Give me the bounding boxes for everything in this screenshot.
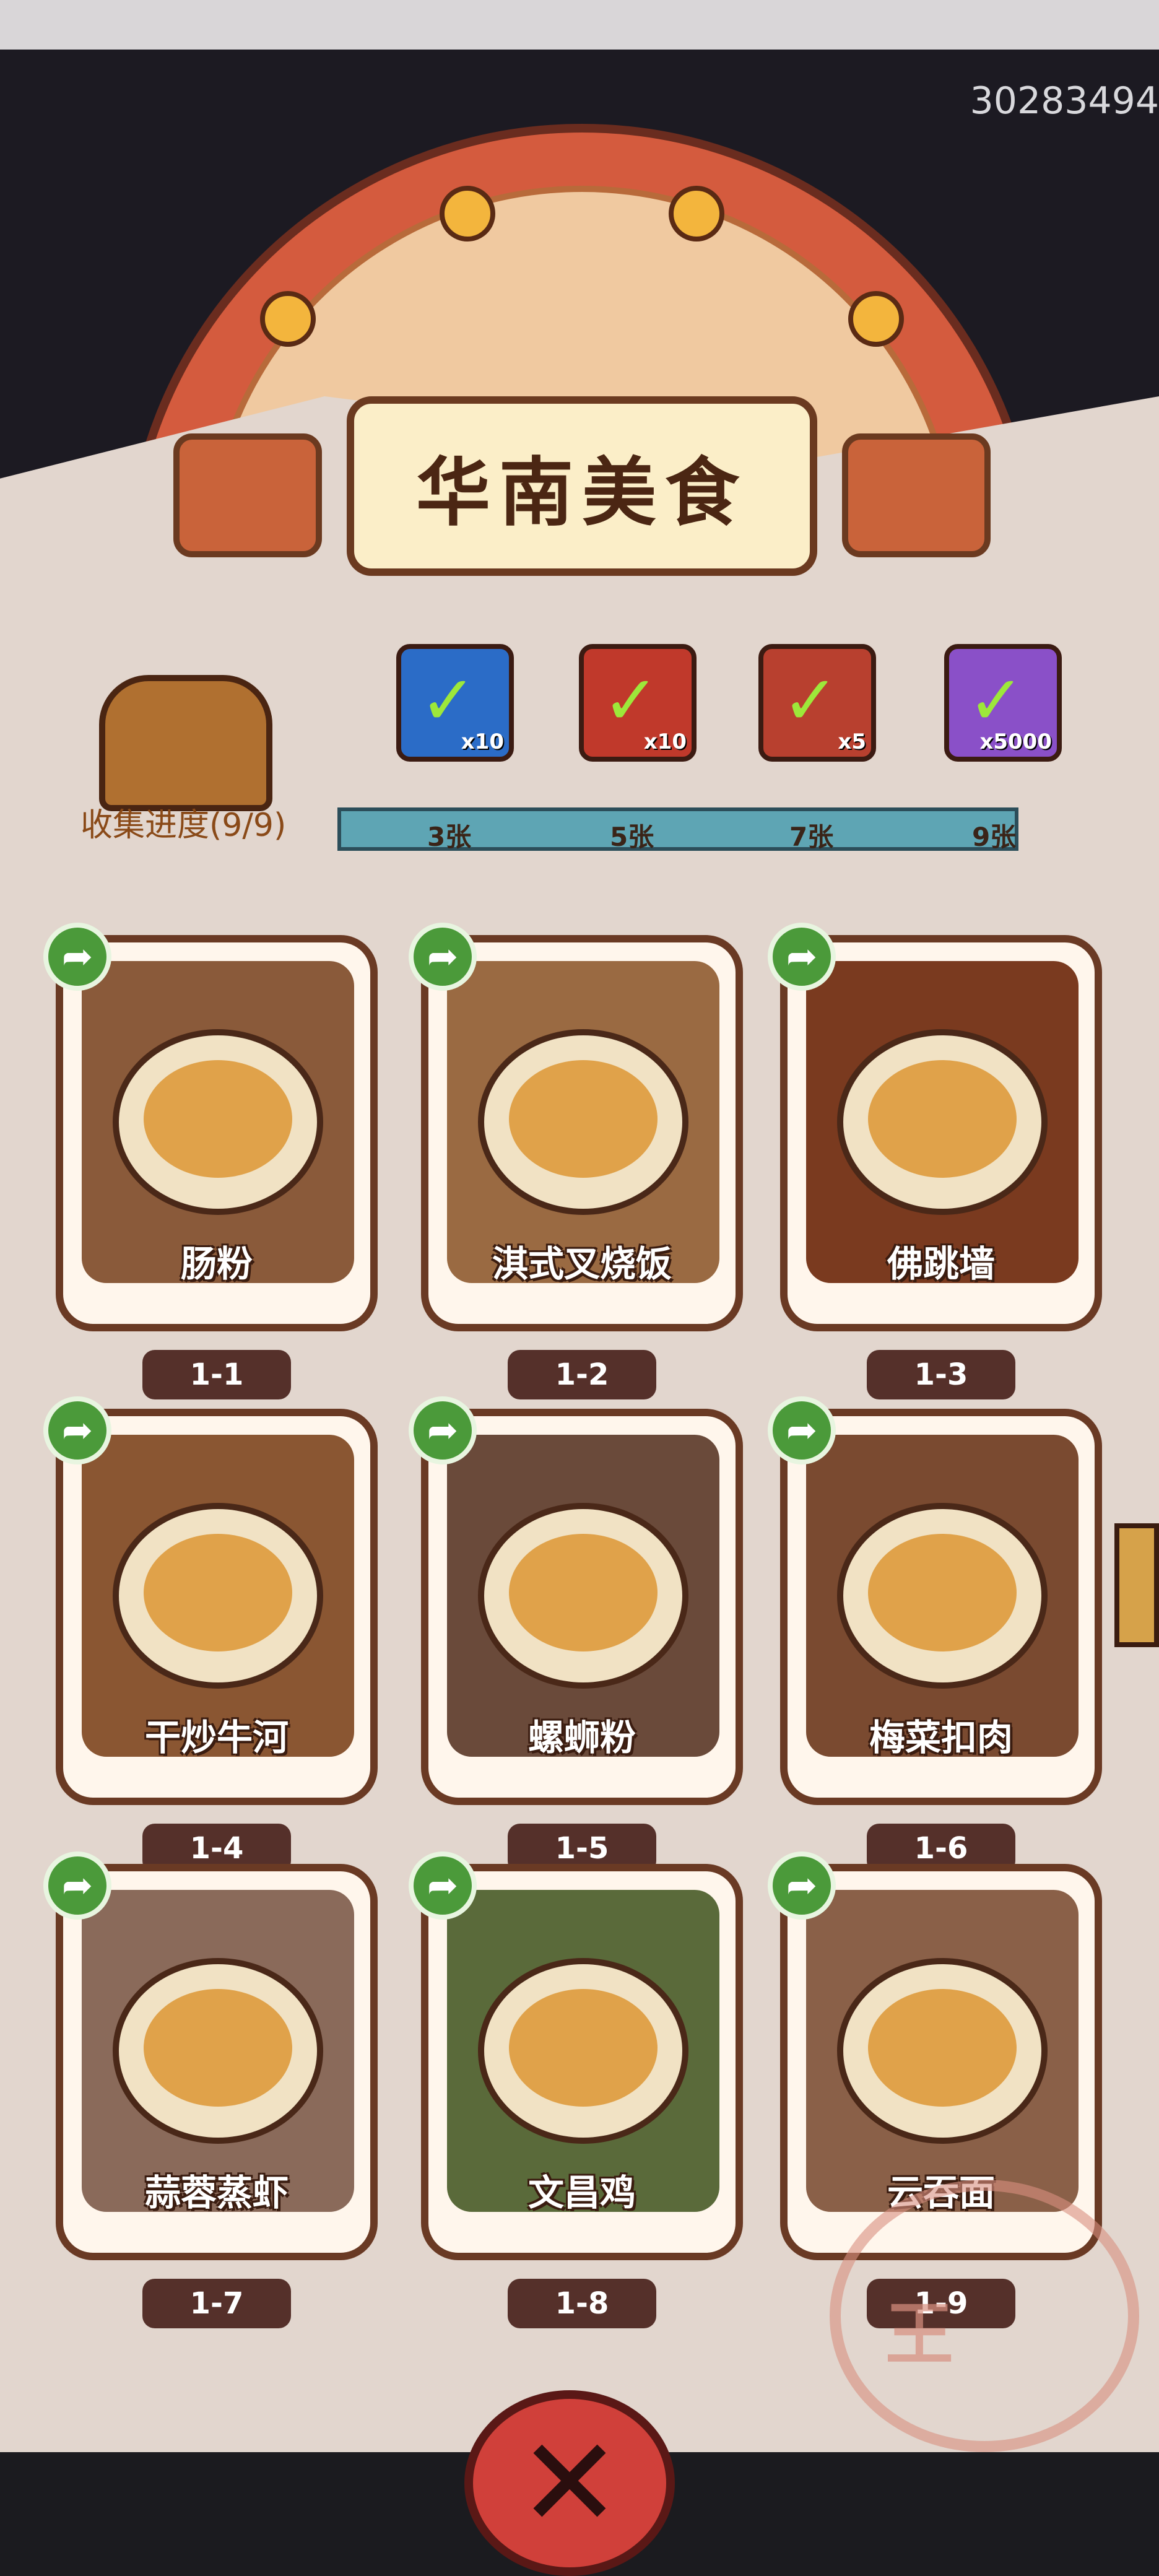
reward-scroll-icon[interactable]: ✓ x10 (579, 644, 697, 762)
progress-label: 收集进度(9/9) (80, 807, 287, 844)
knob-ornament (669, 186, 724, 242)
check-icon: ✓ (782, 661, 840, 740)
dish-card[interactable]: 干炒牛河 (56, 1409, 378, 1805)
knob-ornament (260, 291, 316, 347)
dish-code-plate: 1-3 (867, 1350, 1015, 1399)
dish-code-plate: 1-2 (508, 1350, 656, 1399)
check-icon: ✓ (968, 661, 1025, 740)
close-icon: ✕ (518, 2411, 622, 2556)
dish-card[interactable]: 文昌鸡 (421, 1864, 743, 2260)
dish-card[interactable]: 梅菜扣肉 (780, 1409, 1102, 1805)
dish-food (868, 1534, 1017, 1651)
reward-quantity: x5 (838, 729, 866, 754)
dish-card[interactable]: 佛跳墙 (780, 935, 1102, 1331)
milestone-label: 3张 (427, 822, 472, 852)
bread-icon (99, 675, 272, 811)
dish-card[interactable]: 肠粉 (56, 935, 378, 1331)
dish-food (509, 1060, 658, 1178)
dish-code-plate: 1-8 (508, 2279, 656, 2328)
reward-orb-icon[interactable]: ✓ x5 (758, 644, 876, 762)
check-icon: ✓ (420, 661, 477, 740)
dish-name: 螺蛳粉 (527, 1717, 636, 1759)
reward-quantity: x10 (461, 729, 504, 754)
id-label: 30283494 (970, 79, 1159, 123)
page-title: 华南美食 (416, 450, 748, 536)
share-icon[interactable]: ➦ (409, 1852, 477, 1920)
dish-name: 佛跳墙 (887, 1243, 995, 1285)
milestone-label: 9张 (972, 822, 1017, 852)
milestone-label: 5张 (610, 822, 654, 852)
share-icon[interactable]: ➦ (43, 1852, 111, 1920)
dish-name: 文昌鸡 (527, 2172, 636, 2214)
close-button[interactable]: ✕ (464, 2390, 675, 2576)
reward-quantity: x5000 (979, 729, 1052, 754)
dish-card[interactable]: 螺蛳粉 (421, 1409, 743, 1805)
dish-food (144, 1534, 292, 1651)
reward-quantity: x10 (643, 729, 687, 754)
dish-food (509, 1534, 658, 1651)
dish-food (868, 1060, 1017, 1178)
knob-ornament (440, 186, 495, 242)
share-icon[interactable]: ➦ (768, 1396, 836, 1464)
share-icon[interactable]: ➦ (43, 923, 111, 991)
share-icon[interactable]: ➦ (409, 923, 477, 991)
milestone-label: 7张 (789, 822, 834, 852)
knob-ornament (848, 291, 904, 347)
share-icon[interactable]: ➦ (409, 1396, 477, 1464)
dish-name: 干炒牛河 (144, 1717, 289, 1759)
title-banner: 华南美食 (347, 396, 817, 576)
dish-name: 肠粉 (180, 1243, 253, 1285)
ribbon-right-end (842, 433, 991, 557)
dish-code-plate: 1-7 (142, 2279, 291, 2328)
dish-food (509, 1989, 658, 2107)
dish-food (144, 1989, 292, 2107)
top-strip (0, 0, 1159, 50)
reward-card-icon[interactable]: ✓ x5000 (944, 644, 1062, 762)
reward-meat-icon[interactable]: ✓ x10 (396, 644, 514, 762)
dish-food (868, 1989, 1017, 2107)
dish-code-plate: 1-1 (142, 1350, 291, 1399)
dish-name: 蒜蓉蒸虾 (144, 2172, 289, 2214)
stamp-seal (830, 2180, 1139, 2452)
share-icon[interactable]: ➦ (43, 1396, 111, 1464)
dish-name: 淇式叉烧饭 (492, 1243, 672, 1285)
dish-card[interactable]: 蒜蓉蒸虾 (56, 1864, 378, 2260)
share-icon[interactable]: ➦ (768, 923, 836, 991)
dish-food (144, 1060, 292, 1178)
check-icon: ✓ (602, 661, 660, 740)
stamp-seal-text: 王 (885, 2295, 953, 2374)
next-page-arrow-icon[interactable] (1114, 1523, 1159, 1647)
ribbon-left-end (173, 433, 322, 557)
dish-name: 梅菜扣肉 (869, 1717, 1013, 1759)
share-icon[interactable]: ➦ (768, 1852, 836, 1920)
dish-card[interactable]: 淇式叉烧饭 (421, 935, 743, 1331)
